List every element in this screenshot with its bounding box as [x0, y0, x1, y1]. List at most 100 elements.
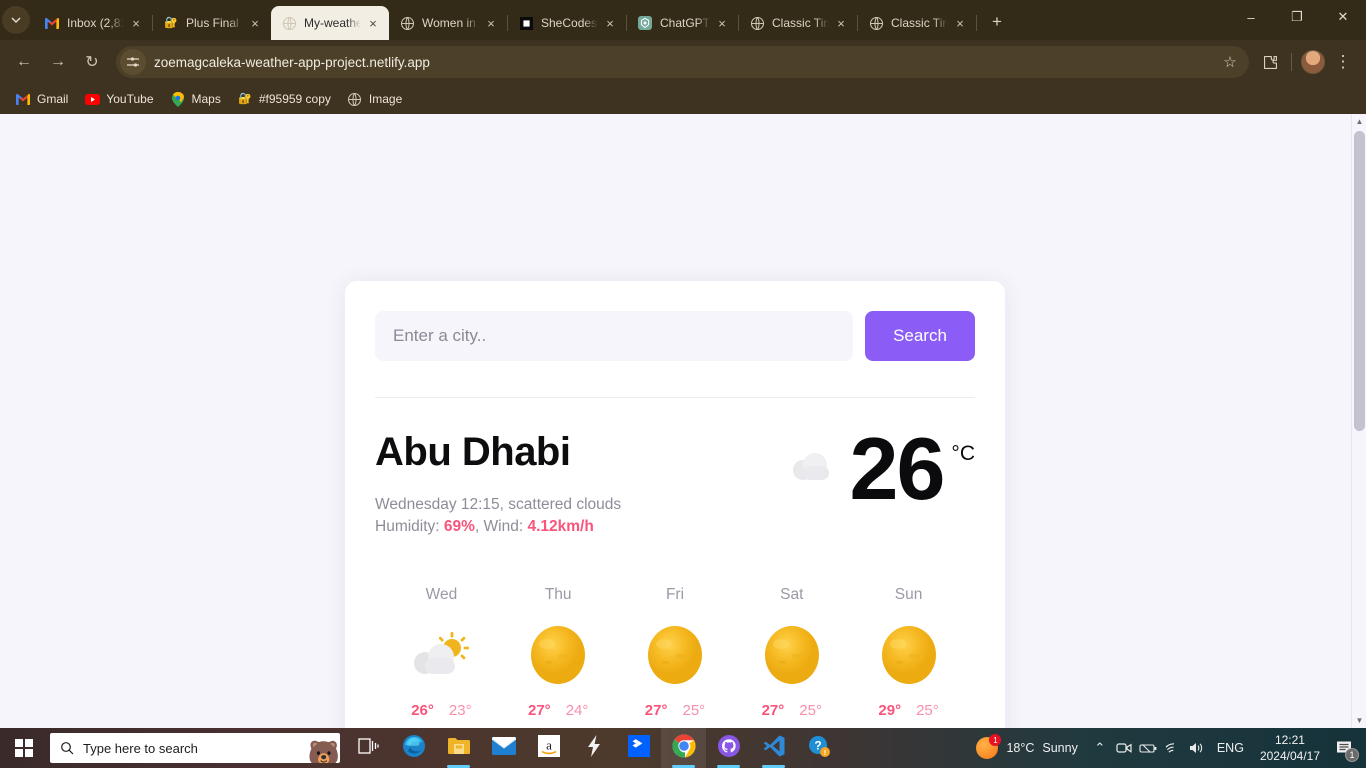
- forecast-day: Sun 29° 25°: [850, 586, 967, 719]
- reload-button[interactable]: ↻: [76, 46, 108, 78]
- language-indicator[interactable]: ENG: [1209, 741, 1252, 755]
- current-weather-left: Abu Dhabi Wednesday 12:15, scattered clo…: [375, 426, 621, 536]
- back-button[interactable]: ←: [8, 46, 40, 78]
- forecast-day-label: Fri: [665, 586, 685, 603]
- current-temperature: 26: [849, 419, 946, 518]
- page-scrollbar[interactable]: ▲ ▼: [1351, 114, 1366, 728]
- browser-tab[interactable]: SheCodes Po ×: [508, 6, 626, 40]
- tab-close-icon[interactable]: ×: [714, 15, 730, 31]
- chrome-menu-button[interactable]: ⋮: [1328, 47, 1358, 77]
- browser-tab[interactable]: Classic Tin R×: [739, 6, 857, 40]
- extensions-icon[interactable]: [1255, 47, 1285, 77]
- bookmark-item[interactable]: Gmail: [8, 88, 75, 110]
- tab-close-icon[interactable]: ×: [247, 15, 263, 31]
- close-window-button[interactable]: ✕: [1320, 0, 1366, 34]
- taskbar-item-dropbox[interactable]: [616, 728, 661, 768]
- taskbar-item-file-explorer[interactable]: [436, 728, 481, 768]
- chatgpt-icon: [637, 15, 653, 31]
- site-settings-icon[interactable]: [120, 49, 146, 75]
- wind-value: 4.12km/h: [527, 518, 594, 535]
- window-controls: – ❐ ✕: [1228, 0, 1366, 40]
- bookmark-star-icon[interactable]: ☆: [1217, 49, 1243, 75]
- taskbar-item-slack-lightning[interactable]: [571, 728, 616, 768]
- taskbar-weather-temp: 18°C: [1006, 741, 1035, 755]
- taskbar-item-amazon[interactable]: a: [526, 728, 571, 768]
- weather-app-card: Search Abu Dhabi Wednesday 12:15, scatte…: [345, 281, 1005, 728]
- browser-toolbar: ← → ↻ zoemagcaleka-weather-app-project.n…: [0, 40, 1366, 84]
- search-input[interactable]: [375, 311, 853, 361]
- taskbar-item-github-desktop[interactable]: [706, 728, 751, 768]
- windows-taskbar: Type here to search 🐻 a?! 1 18°C Sunny ⌃: [0, 728, 1366, 768]
- scrollbar-thumb[interactable]: [1354, 131, 1365, 431]
- tab-search-button[interactable]: [2, 6, 30, 34]
- tab-title: Classic Tin R: [891, 16, 949, 30]
- speaker-icon[interactable]: [1185, 728, 1209, 768]
- browser-tab[interactable]: Classic Tin R×: [858, 6, 976, 40]
- browser-tab[interactable]: Inbox (2,816) ×: [34, 6, 152, 40]
- mail-icon: [491, 736, 516, 760]
- page-viewport: Search Abu Dhabi Wednesday 12:15, scatte…: [0, 114, 1366, 728]
- taskbar-search-box[interactable]: Type here to search 🐻: [50, 733, 340, 763]
- scroll-up-arrow[interactable]: ▲: [1352, 114, 1366, 129]
- humidity-label: Humidity:: [375, 518, 444, 535]
- browser-tab[interactable]: ChatGPT ×: [627, 6, 738, 40]
- taskbar-weather-widget[interactable]: 1 18°C Sunny: [966, 734, 1087, 759]
- notification-center-button[interactable]: 1: [1328, 728, 1362, 768]
- globe-icon: [749, 15, 765, 31]
- new-tab-button[interactable]: +: [983, 8, 1011, 36]
- browser-tab[interactable]: Women in S ×: [389, 6, 507, 40]
- bookmark-item[interactable]: Maps: [163, 88, 228, 110]
- tab-close-icon[interactable]: ×: [602, 15, 618, 31]
- search-button[interactable]: Search: [865, 311, 975, 361]
- browser-tab[interactable]: My-weather- ×: [271, 6, 389, 40]
- forecast-temps: 29° 25°: [878, 702, 938, 719]
- partly-cloudy-icon: [410, 620, 472, 690]
- temperature-unit[interactable]: °C: [951, 432, 975, 466]
- bookmark-item[interactable]: Image: [340, 88, 409, 110]
- tab-close-icon[interactable]: ×: [128, 15, 144, 31]
- scroll-down-arrow[interactable]: ▼: [1352, 713, 1366, 728]
- url-text: zoemagcaleka-weather-app-project.netlify…: [154, 54, 430, 70]
- tab-title: ChatGPT: [660, 16, 711, 30]
- taskbar-item-chrome[interactable]: [661, 728, 706, 768]
- sun-icon: [527, 620, 589, 690]
- lightning-icon: [586, 734, 602, 762]
- lock-icon: 🔐: [237, 92, 252, 105]
- tray-overflow-button[interactable]: ⌃: [1088, 728, 1112, 768]
- humidity-wind-line: Humidity: 69%, Wind: 4.12km/h: [375, 518, 621, 536]
- taskbar-item-vscode[interactable]: [751, 728, 796, 768]
- globe-icon: [399, 15, 415, 31]
- maximize-restore-button[interactable]: ❐: [1274, 0, 1320, 34]
- forecast-min-temp: 25°: [682, 702, 706, 719]
- tab-strip: Inbox (2,816)×🔐Plus Final Pro×My-weather…: [0, 0, 1366, 40]
- taskbar-item-help[interactable]: ?!: [796, 728, 841, 768]
- sun-icon: [644, 620, 706, 690]
- taskbar-item-mail[interactable]: [481, 728, 526, 768]
- gmail-icon: [15, 91, 31, 107]
- battery-icon[interactable]: [1136, 728, 1161, 768]
- tab-close-icon[interactable]: ×: [365, 15, 381, 31]
- taskbar-item-task-view[interactable]: [346, 728, 391, 768]
- edge-icon: [402, 734, 426, 763]
- browser-tab[interactable]: 🔐 Plus Final Pro ×: [153, 6, 271, 40]
- taskbar-clock[interactable]: 12:21 2024/04/17: [1252, 732, 1328, 764]
- profile-avatar[interactable]: [1298, 47, 1328, 77]
- wifi-icon[interactable]: [1161, 728, 1185, 768]
- tab-close-icon[interactable]: ×: [483, 15, 499, 31]
- tab-title: Classic Tin R: [772, 16, 830, 30]
- forward-button[interactable]: →: [42, 46, 74, 78]
- camera-icon[interactable]: [1112, 728, 1136, 768]
- weather-badge: 1: [989, 734, 1002, 746]
- avatar[interactable]: [1301, 50, 1325, 74]
- taskbar-item-edge[interactable]: [391, 728, 436, 768]
- bookmark-item[interactable]: 🔐 #f95959 copy: [230, 88, 338, 110]
- minimize-button[interactable]: –: [1228, 0, 1274, 34]
- tab-close-icon[interactable]: ×: [952, 15, 968, 31]
- tab-close-icon[interactable]: ×: [833, 15, 849, 31]
- address-bar[interactable]: zoemagcaleka-weather-app-project.netlify…: [116, 46, 1249, 78]
- tab-title: My-weather-: [304, 16, 361, 30]
- bookmark-item[interactable]: YouTube: [77, 88, 160, 110]
- start-button[interactable]: [0, 728, 48, 768]
- tab-separator: [976, 15, 978, 31]
- tab-title: Inbox (2,816): [67, 16, 124, 30]
